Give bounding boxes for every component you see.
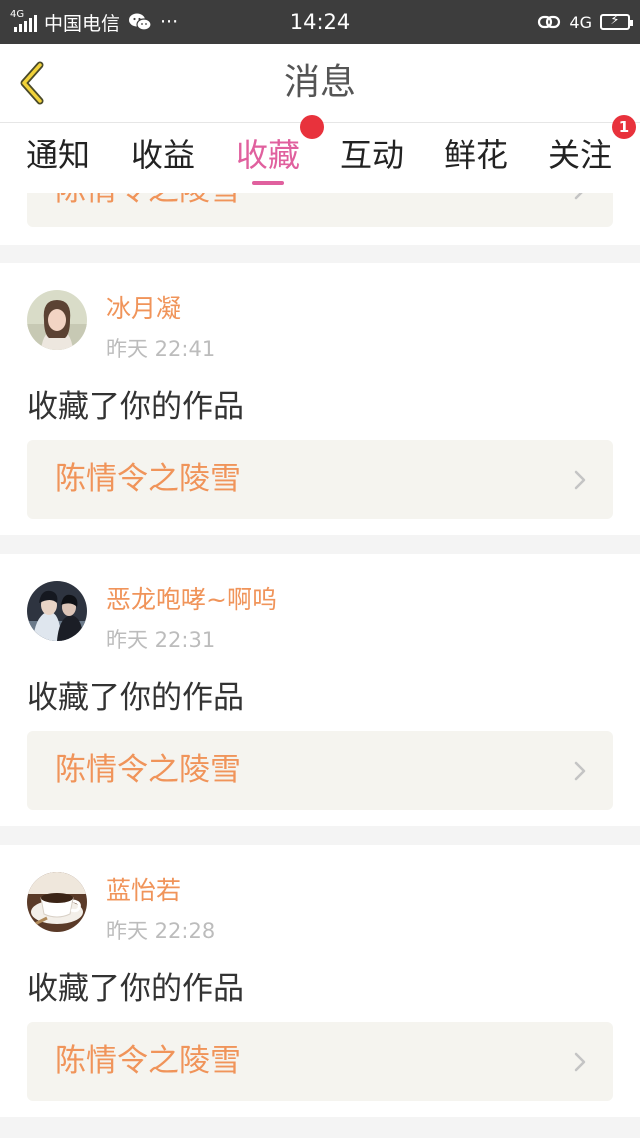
timestamp: 昨天 22:28 [106, 919, 216, 943]
avatar[interactable] [27, 581, 87, 641]
status-bar: 4G 中国电信 ··· 14:24 4G ⚡ [0, 0, 640, 44]
tab-bar: 通知 收益 收藏 互动 鲜花 关注 1 [0, 115, 640, 193]
work-link[interactable]: 陈情令之陵雪 [27, 731, 613, 810]
active-tab-indicator [252, 181, 284, 185]
user-name[interactable]: 冰月凝 [106, 289, 181, 325]
user-name[interactable]: 蓝怡若 [106, 871, 181, 907]
user-name[interactable]: 恶龙咆哮~啊呜 [106, 580, 277, 616]
work-link[interactable]: 陈情令之陵雪 [27, 193, 613, 227]
tab-flowers[interactable]: 鲜花 [426, 123, 526, 193]
network-4g-label: 4G [569, 12, 592, 32]
timestamp: 昨天 22:41 [106, 337, 216, 361]
avatar[interactable] [27, 872, 87, 932]
battery-icon: ⚡ [600, 13, 633, 30]
avatar[interactable] [27, 290, 87, 350]
list-item: 恶龙咆哮~啊呜 昨天 22:31 收藏了你的作品 陈情令之陵雪 [0, 554, 640, 826]
tab-interactions[interactable]: 互动 [322, 123, 422, 193]
timestamp: 昨天 22:31 [106, 628, 216, 652]
tab-favorites[interactable]: 收藏 [218, 115, 324, 193]
status-bar-right: 4G ⚡ [537, 0, 633, 44]
work-title: 陈情令之陵雪 [55, 1043, 241, 1079]
tab-label: 鲜花 [443, 136, 508, 174]
list-item: 蓝怡若 昨天 22:28 收藏了你的作品 陈情令之陵雪 [0, 845, 640, 1117]
tab-notifications[interactable]: 通知 [8, 123, 108, 193]
hd-link-icon [538, 15, 561, 29]
message-list[interactable]: 陈情令之陵雪 冰月凝 昨天 22:41 收藏了你的作品 陈情令之陵雪 [0, 193, 640, 1138]
work-title: 陈情令之陵雪 [55, 752, 241, 788]
work-title: 陈情令之陵雪 [55, 193, 241, 227]
chevron-right-icon [574, 1052, 586, 1072]
charging-icon: ⚡ [610, 13, 620, 28]
list-item: 陈情令之陵雪 [0, 193, 640, 245]
portrait-avatar-icon [27, 290, 87, 350]
work-link[interactable]: 陈情令之陵雪 [27, 440, 613, 519]
tab-badge [300, 115, 324, 139]
couple-avatar-icon [27, 581, 87, 641]
chevron-right-icon [574, 761, 586, 781]
action-text: 收藏了你的作品 [27, 389, 244, 425]
page-title: 消息 [283, 62, 356, 103]
tab-label: 通知 [25, 136, 90, 174]
work-title: 陈情令之陵雪 [55, 461, 241, 497]
tab-label: 互动 [339, 136, 404, 174]
action-text: 收藏了你的作品 [27, 971, 244, 1007]
tab-badge: 1 [612, 115, 636, 139]
tab-earnings[interactable]: 收益 [113, 123, 213, 193]
list-item: 冰月凝 昨天 22:41 收藏了你的作品 陈情令之陵雪 [0, 263, 640, 535]
work-link[interactable]: 陈情令之陵雪 [27, 1022, 613, 1101]
tab-label: 收益 [130, 136, 195, 174]
app-header: 消息 [0, 44, 640, 123]
chevron-right-icon [574, 470, 586, 490]
tab-following[interactable]: 关注 1 [530, 115, 636, 193]
coffee-avatar-icon [27, 872, 87, 932]
chevron-right-icon [574, 193, 583, 200]
action-text: 收藏了你的作品 [27, 680, 244, 716]
